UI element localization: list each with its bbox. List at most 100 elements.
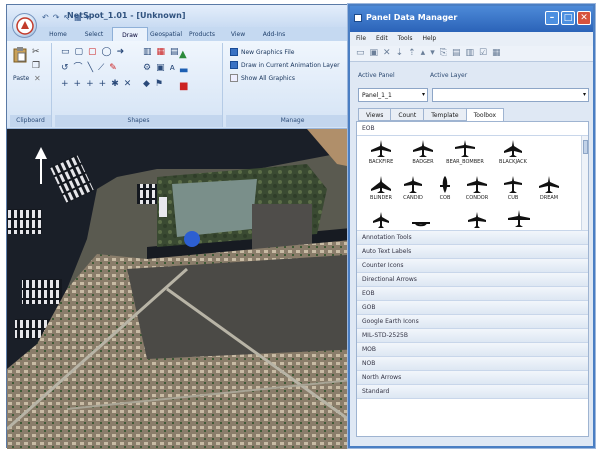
menu-help[interactable]: Help	[422, 35, 436, 46]
symbol-icon[interactable]: ⚑	[155, 79, 163, 89]
category-auto-text-labels[interactable]: Auto Text Labels	[357, 245, 588, 259]
minimize-icon[interactable]: –	[545, 11, 559, 25]
symbol-cub[interactable]: CUB	[493, 176, 533, 201]
tab-draw[interactable]: Draw	[112, 27, 148, 41]
draw-in-layer-button[interactable]: Draw in Current Animation Layer	[230, 60, 340, 70]
category-mil-std-2525b[interactable]: MIL-STD-2525B	[357, 329, 588, 343]
export-icon[interactable]: ⇡	[408, 48, 416, 61]
application-button[interactable]	[12, 13, 37, 38]
undo-icon[interactable]: ↶	[42, 13, 49, 22]
symbol-dream[interactable]: DREAM	[529, 176, 569, 201]
symbol-aircraft[interactable]	[361, 212, 401, 228]
delete-icon[interactable]: ✕	[383, 48, 391, 61]
cross-icon[interactable]: +	[61, 79, 69, 89]
x-mark-icon[interactable]: ✕	[124, 79, 132, 89]
category-annotation-tools[interactable]: Annotation Tools	[357, 231, 588, 245]
symbol-condor[interactable]: CONDOR	[457, 176, 497, 201]
symbol-transport[interactable]	[499, 210, 539, 228]
map-view[interactable]	[7, 129, 362, 449]
grid-icon[interactable]: ▦	[157, 47, 166, 57]
symbol-badger[interactable]: BADGER	[403, 140, 443, 165]
red-rectangle-icon[interactable]: ▢	[88, 47, 97, 57]
menu-file[interactable]: File	[356, 35, 366, 46]
gallery-scrollbar[interactable]	[581, 136, 588, 230]
rectangle-icon[interactable]: ▭	[61, 47, 70, 57]
show-all-graphics-button[interactable]: Show All Graphics	[230, 73, 295, 83]
category-north-arrows[interactable]: North Arrows	[357, 371, 588, 385]
category-directional-arrows[interactable]: Directional Arrows	[357, 273, 588, 287]
dropdown-icon[interactable]: ▾	[86, 13, 90, 22]
symbol-bear-bomber[interactable]: BEAR_BOMBER	[445, 140, 485, 165]
stop-icon[interactable]: ■	[179, 81, 188, 92]
close-icon[interactable]: ✕	[577, 11, 591, 25]
active-panel-select[interactable]: Panel_1_1 ▾	[358, 88, 428, 102]
fill-bucket-icon[interactable]: ▲	[179, 49, 187, 60]
maximize-icon[interactable]: □	[561, 11, 575, 25]
check-icon[interactable]: ☑	[479, 48, 487, 61]
paste-label[interactable]: Paste	[13, 75, 29, 82]
symbol-jet[interactable]	[457, 212, 497, 228]
tab-products[interactable]: Products	[184, 27, 220, 41]
pencil-icon[interactable]: ✎	[109, 63, 117, 73]
plus-icon[interactable]: +	[74, 79, 82, 89]
line-icon[interactable]: ╲	[88, 63, 93, 73]
category-gob[interactable]: GOB	[357, 301, 588, 315]
image-icon[interactable]: ▣	[156, 63, 165, 73]
circle-icon[interactable]: ◯	[102, 47, 112, 57]
import-icon[interactable]: ⇣	[396, 48, 404, 61]
redo-icon[interactable]: ↷	[53, 13, 60, 22]
curve-icon[interactable]: ↺	[61, 63, 69, 73]
marker-icon[interactable]: +	[99, 79, 107, 89]
save-icon[interactable]: ▣	[370, 48, 379, 61]
move-down-icon[interactable]: ▾	[430, 48, 435, 61]
new-icon[interactable]: ▭	[356, 48, 365, 61]
options-icon[interactable]: ▦	[492, 48, 501, 61]
print-icon[interactable]: ▤	[452, 48, 461, 61]
satellite-map-image[interactable]	[7, 129, 362, 449]
category-google-earth-icons[interactable]: Google Earth Icons	[357, 315, 588, 329]
diamond-icon[interactable]: ◆	[143, 79, 150, 89]
tab-view[interactable]: View	[220, 27, 256, 41]
tab-home[interactable]: Home	[40, 27, 76, 41]
category-eob-expanded[interactable]: EOB	[357, 122, 588, 136]
category-counter-icons[interactable]: Counter Icons	[357, 259, 588, 273]
category-nob[interactable]: NOB	[357, 357, 588, 371]
arrow-shape-icon[interactable]: ➜	[117, 47, 125, 57]
add-point-icon[interactable]: +	[86, 79, 94, 89]
star-icon[interactable]: ✱	[111, 79, 119, 89]
new-graphics-file-button[interactable]: New Graphics File	[230, 47, 294, 57]
text-icon[interactable]: ᴀ	[170, 63, 175, 73]
properties-icon[interactable]: ⎘	[440, 48, 447, 61]
chevron-down-icon[interactable]: ▾	[583, 91, 586, 98]
tab-add-ins[interactable]: Add-Ins	[256, 27, 292, 41]
symbol-backfire[interactable]: BACKFIRE	[361, 140, 401, 165]
delete-icon[interactable]: ✕	[34, 74, 41, 83]
polyline-icon[interactable]: ⟋	[98, 63, 104, 73]
rounded-rectangle-icon[interactable]: ▢	[75, 47, 84, 57]
layers-icon[interactable]: ▦	[74, 13, 82, 22]
scrollbar-thumb[interactable]	[583, 140, 588, 154]
symbol-helicopter[interactable]	[401, 218, 441, 228]
tab-select[interactable]: Select	[76, 27, 112, 41]
menu-edit[interactable]: Edit	[376, 35, 388, 46]
tab-geospatial[interactable]: Geospatial	[148, 27, 184, 41]
move-up-icon[interactable]: ▴	[421, 48, 426, 61]
active-layer-select[interactable]: ▾	[432, 88, 589, 102]
preview-icon[interactable]: ▥	[465, 48, 474, 61]
symbol-blackjack[interactable]: BLACKJACK	[493, 140, 533, 165]
copy-icon[interactable]: ❐	[32, 61, 40, 71]
category-eob[interactable]: EOB	[357, 287, 588, 301]
tab-count[interactable]: Count	[390, 108, 425, 121]
table-icon[interactable]: ▤	[170, 47, 179, 57]
tab-template[interactable]: Template	[423, 108, 467, 121]
bar-chart-icon[interactable]: ▥	[143, 47, 152, 57]
category-mob[interactable]: MOB	[357, 343, 588, 357]
chevron-down-icon[interactable]: ▾	[422, 91, 425, 98]
cut-icon[interactable]: ✂	[32, 47, 40, 57]
menu-tools[interactable]: Tools	[398, 35, 413, 46]
tab-views[interactable]: Views	[358, 108, 392, 121]
settings-icon[interactable]: ⚙	[143, 63, 151, 73]
pointer-icon[interactable]: ↖	[63, 13, 70, 22]
layer-icon[interactable]: ▬	[179, 65, 188, 76]
category-standard[interactable]: Standard	[357, 385, 588, 399]
